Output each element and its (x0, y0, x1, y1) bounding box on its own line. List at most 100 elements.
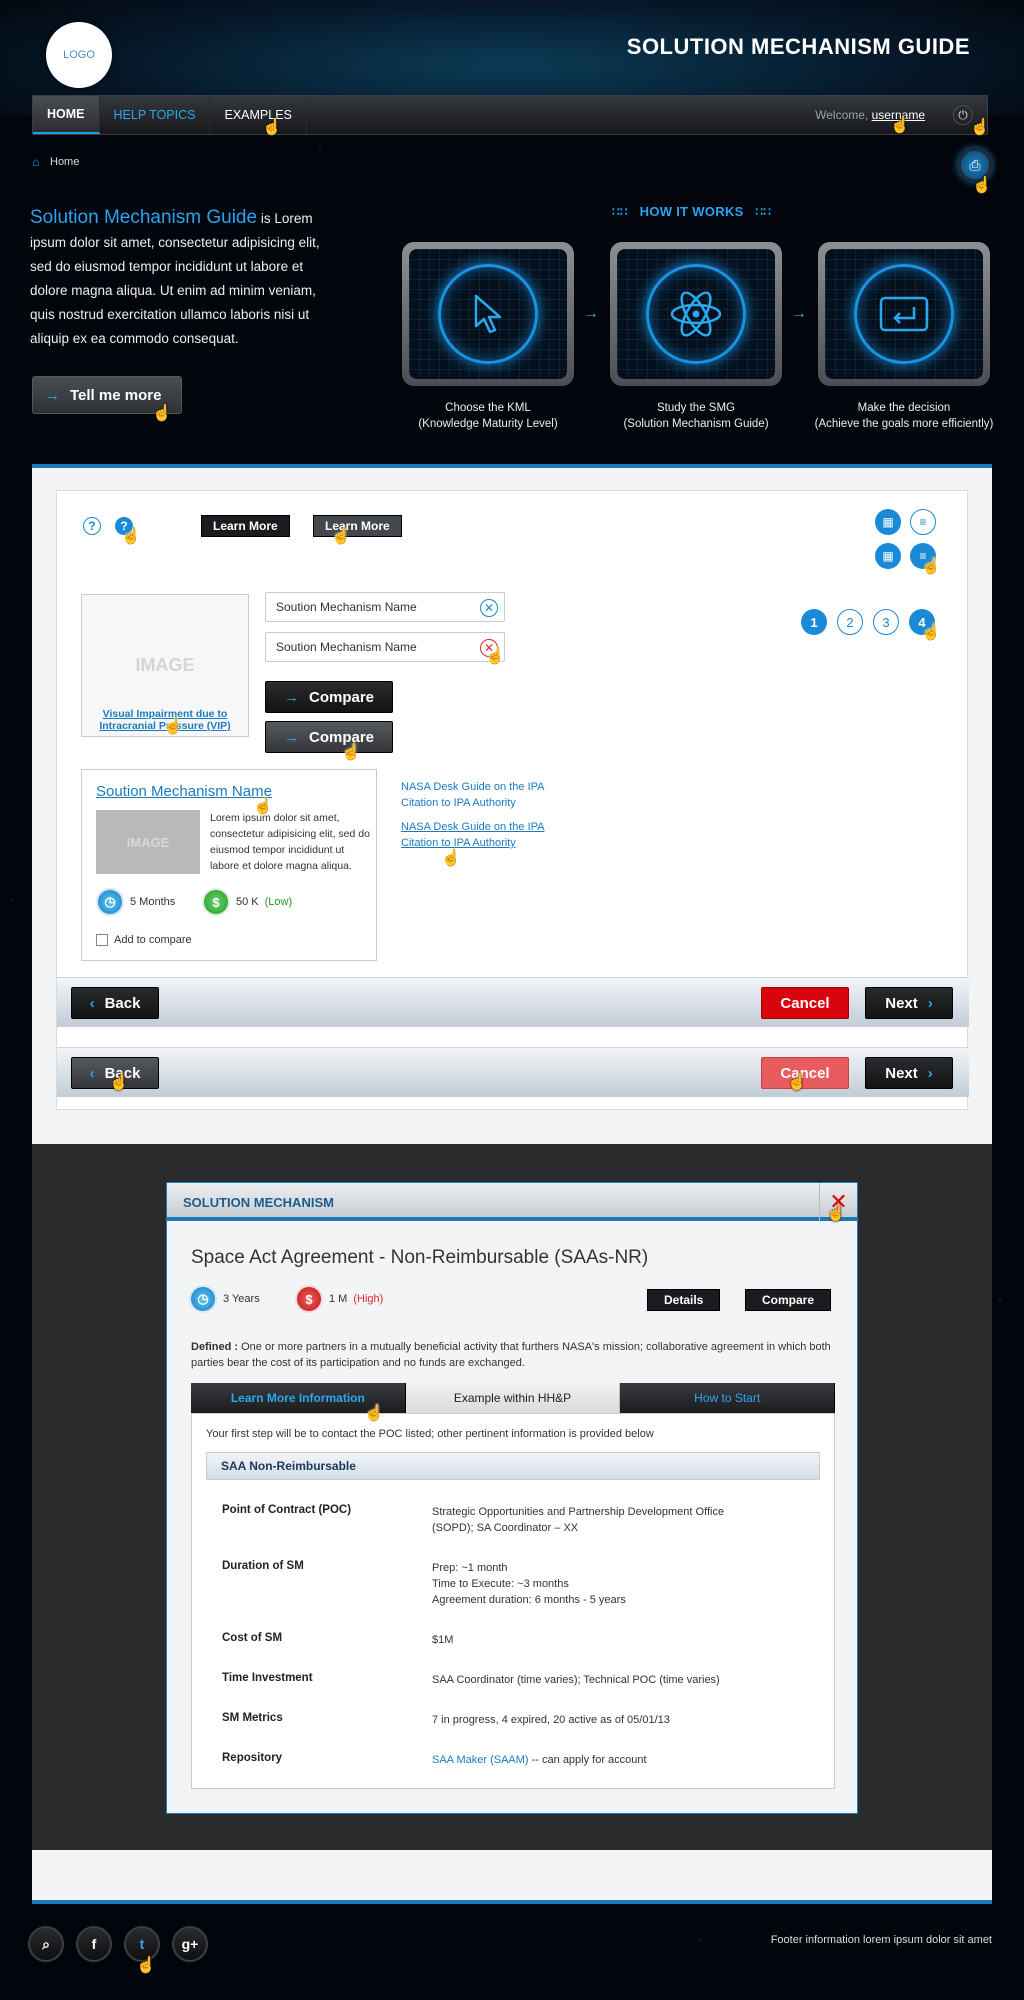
next-button[interactable]: Next › (865, 987, 953, 1019)
arrow-right-icon: → (791, 305, 807, 322)
compare-button[interactable]: → Compare (265, 721, 393, 753)
solution-name-input[interactable]: Soution Mechanism Name ✕ (265, 632, 505, 662)
tab-example[interactable]: Example within HH&P (405, 1383, 621, 1413)
help-icon[interactable]: ? (83, 517, 101, 535)
hand-cursor-icon: ☝ (364, 1405, 384, 1422)
row-value-line: Agreement duration: 6 months - 5 years (432, 1594, 626, 1606)
arrow-right-icon: → (283, 728, 299, 746)
tell-me-more-label: Tell me more (70, 386, 162, 404)
components-panel: ? ? ☝ Learn More Learn More ☝ ▦ ≡ ▦ ≡ ☝ … (32, 464, 992, 1144)
hand-cursor-icon: ☝ (136, 1957, 156, 1974)
modal-header: SOLUTION MECHANISM ✕ (167, 1183, 857, 1221)
clear-icon[interactable]: ✕ (480, 599, 498, 617)
hand-cursor-icon: ☝ (787, 1074, 807, 1091)
row-value: Prep: ~1 month Time to Execute: ~3 month… (432, 1560, 792, 1608)
row-label: Cost of SM (222, 1632, 283, 1644)
input-value: Soution Mechanism Name (276, 640, 417, 654)
step-make-decision[interactable] (818, 242, 990, 386)
logo[interactable]: LOGO (46, 22, 112, 88)
chevron-left-icon: ‹ (89, 1064, 95, 1082)
hand-cursor-icon: ☝ (921, 558, 941, 575)
add-to-compare[interactable]: Add to compare (96, 934, 192, 946)
grid-dots-icon: ∷∷ (755, 205, 772, 219)
row-label: Repository (222, 1752, 283, 1764)
step-caption-title: Choose the KML (445, 402, 531, 414)
definition-text: One or more partners in a mutually benef… (191, 1341, 831, 1369)
grid-view-icon[interactable]: ▦ (875, 543, 901, 569)
home-icon[interactable]: ⌂ (32, 156, 44, 168)
nav-examples[interactable]: EXAMPLES (210, 96, 307, 134)
reference-links: NASA Desk Guide on the IPA Citation to IP… (401, 779, 544, 851)
grid-view-icon[interactable]: ▦ (875, 509, 901, 535)
nav-home[interactable]: HOME (33, 96, 100, 134)
chevron-right-icon: › (927, 1064, 933, 1082)
link-line: NASA Desk Guide on the IPA (401, 821, 545, 833)
hand-cursor-icon: ☝ (253, 798, 273, 815)
enter-key-icon (879, 296, 929, 332)
cancel-label: Cancel (780, 994, 830, 1012)
breadcrumb: ⌂ Home (32, 156, 79, 169)
step-caption: Study the SMG (Solution Mechanism Guide) (596, 400, 796, 432)
add-to-compare-checkbox[interactable] (96, 934, 108, 946)
nav-help-topics[interactable]: HELP TOPICS (100, 96, 211, 134)
row-label: Duration of SM (222, 1560, 304, 1572)
cancel-button[interactable]: Cancel (761, 987, 849, 1019)
site-title: SOLUTION MECHANISM GUIDE (626, 34, 970, 59)
row-value-line: -- can apply for account (531, 1754, 647, 1766)
hand-cursor-icon: ☝ (152, 405, 172, 422)
bottom-panel (32, 1850, 992, 1904)
row-value-line: 7 in progress, 4 expired, 20 active as o… (432, 1714, 670, 1726)
google-plus-icon[interactable]: g+ (172, 1926, 208, 1962)
row-value: $1M (432, 1632, 792, 1648)
hand-cursor-icon: ☝ (262, 119, 282, 136)
row-label: SM Metrics (222, 1712, 283, 1724)
compare-button[interactable]: Compare (745, 1289, 832, 1311)
tab-how-to-start[interactable]: How to Start (620, 1383, 836, 1413)
next-button[interactable]: Next › (865, 1057, 953, 1089)
step-choose-kml[interactable] (402, 242, 574, 386)
hand-cursor-icon: ☝ (341, 744, 361, 761)
solution-name-input[interactable]: Soution Mechanism Name ✕ (265, 592, 505, 622)
details-button[interactable]: Details (647, 1289, 721, 1311)
step-study-smg[interactable] (610, 242, 782, 386)
rss-icon[interactable]: ⌕ (28, 1926, 64, 1962)
clock-icon: ◷ (189, 1285, 217, 1313)
hand-cursor-icon: ☝ (441, 850, 461, 867)
image-placeholder: IMAGE (135, 655, 195, 675)
next-label: Next (885, 994, 918, 1012)
input-value: Soution Mechanism Name (276, 600, 417, 614)
card-cost: $ 50 K (Low) (202, 888, 292, 916)
dollar-icon: $ (295, 1285, 323, 1313)
next-label: Next (885, 1064, 918, 1082)
how-it-works-title: ∷∷ HOW IT WORKS ∷∷ (612, 204, 771, 219)
duration-value: 3 Years (223, 1293, 260, 1305)
clock-icon: ◷ (96, 888, 124, 916)
chevron-left-icon: ‹ (89, 994, 95, 1012)
atom-icon (670, 291, 722, 337)
step-caption-subtitle: (Solution Mechanism Guide) (623, 418, 769, 430)
hand-cursor-icon: ☝ (890, 117, 910, 134)
grid-dots-icon: ∷∷ (612, 205, 628, 219)
intro-body: is Lorem ipsum dolor sit amet, consectet… (30, 211, 320, 346)
back-button[interactable]: ‹ Back (71, 987, 159, 1019)
page-1[interactable]: 1 (801, 609, 827, 635)
facebook-icon[interactable]: f (76, 1926, 112, 1962)
compare-button[interactable]: → Compare (265, 681, 393, 713)
saa-maker-link[interactable]: SAA Maker (SAAM) (432, 1754, 529, 1766)
row-value: 7 in progress, 4 expired, 20 active as o… (432, 1712, 792, 1728)
page-3[interactable]: 3 (873, 609, 899, 635)
breadcrumb-home[interactable]: Home (50, 156, 79, 168)
main-nav: HOME HELP TOPICS EXAMPLES Welcome, usern… (32, 95, 988, 135)
print-icon: ⎙ (969, 156, 981, 173)
learn-more-button[interactable]: Learn More (201, 515, 290, 537)
reference-link[interactable]: NASA Desk Guide on the IPA Citation to IP… (401, 819, 544, 851)
reference-link[interactable]: NASA Desk Guide on the IPA Citation to IP… (401, 779, 544, 811)
page-2[interactable]: 2 (837, 609, 863, 635)
learn-more-button[interactable]: Learn More (313, 515, 402, 537)
image-box[interactable]: IMAGE Visual Impairment due to Intracran… (81, 594, 249, 737)
link-line: NASA Desk Guide on the IPA (401, 781, 545, 793)
row-value-line: $1M (432, 1634, 454, 1646)
add-to-compare-label: Add to compare (114, 934, 192, 946)
card-title-link[interactable]: Soution Mechanism Name (96, 783, 272, 800)
list-view-icon[interactable]: ≡ (910, 509, 936, 535)
